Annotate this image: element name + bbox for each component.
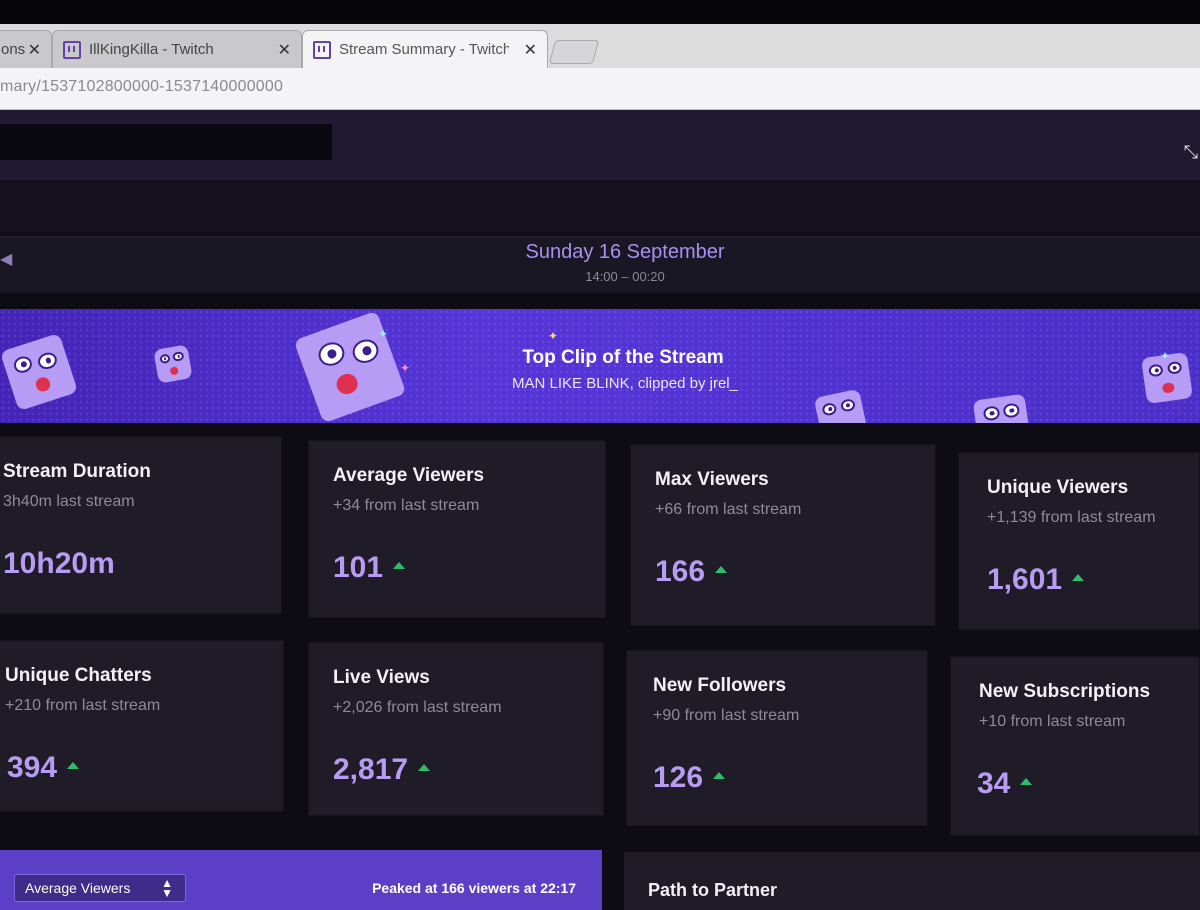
stat-value: 10h20m [3, 547, 115, 580]
close-icon[interactable]: ✕ [524, 40, 537, 60]
metric-select-value: Average Viewers [25, 880, 131, 896]
peak-viewers-text: Peaked at 166 viewers at 22:17 [372, 880, 576, 896]
trend-up-icon [713, 771, 726, 779]
top-clip-subtitle[interactable]: MAN LIKE BLINK, clipped by jrel_ [420, 375, 830, 392]
stat-value: 34 [977, 767, 1033, 801]
viewer-chart-panel: Average Viewers ▲ ▼ Peaked at 166 viewers… [0, 850, 602, 910]
new-tab-button[interactable] [548, 40, 600, 64]
stat-label: Live Views [333, 667, 430, 688]
trend-up-icon [418, 763, 431, 771]
site-top-nav: ⤡ [0, 110, 1200, 180]
stat-delta: +34 from last stream [333, 497, 480, 514]
browser-tab-2[interactable]: IllKingKilla - Twitch ✕ [52, 30, 302, 68]
stat-card-new-subscriptions: New Subscriptions +10 from last stream 3… [950, 656, 1200, 836]
stat-card-max-viewers: Max Viewers +66 from last stream 166 [630, 444, 936, 626]
trend-up-icon [1020, 777, 1033, 785]
address-bar[interactable]: mary/1537102800000-1537140000000 [0, 68, 1200, 110]
stat-card-average-viewers: Average Viewers +34 from last stream 101 [308, 440, 606, 618]
browser-tab-strip: ons ✕ IllKingKilla - Twitch ✕ Stream Sum… [0, 24, 1200, 68]
stat-card-stream-duration: Stream Duration 3h40m last stream 10h20m [0, 436, 282, 614]
url-text[interactable]: mary/1537102800000-1537140000000 [0, 78, 283, 96]
close-icon[interactable]: ✕ [278, 40, 291, 60]
browser-tab-1[interactable]: ons ✕ [0, 30, 52, 68]
stat-delta: +90 from last stream [653, 707, 800, 724]
glitch-mascot-icon [153, 344, 193, 384]
stat-label: Max Viewers [655, 469, 769, 490]
sparkle-icon: ✦ [548, 329, 559, 343]
site-sub-nav [0, 180, 1200, 232]
redacted-area [0, 124, 332, 160]
trend-up-icon [1072, 573, 1085, 581]
metric-select[interactable]: Average Viewers ▲ ▼ [14, 874, 186, 902]
stat-card-unique-viewers: Unique Viewers +1,139 from last stream 1… [958, 452, 1200, 630]
path-to-partner-title: Path to Partner [648, 880, 778, 900]
stat-value: 2,817 [333, 753, 431, 787]
sparkle-icon: ✦ [1160, 349, 1171, 363]
stat-card-new-followers: New Followers +90 from last stream 126 [626, 650, 928, 826]
top-clip-heading: Top Clip of the Stream [522, 347, 724, 368]
date-navigator: ◀ Sunday 16 September 14:00 – 00:20 [0, 236, 1200, 294]
trend-up-icon [715, 565, 728, 573]
stat-label: Average Viewers [333, 465, 485, 486]
stat-delta: 3h40m last stream [3, 493, 135, 510]
close-icon[interactable]: ✕ [28, 40, 41, 60]
path-to-partner-panel: Path to Partner [624, 852, 1200, 910]
stat-value: 101 [333, 551, 406, 585]
stat-value: 166 [655, 555, 728, 589]
twitch-icon [63, 40, 81, 59]
stat-label: New Followers [653, 675, 787, 696]
expand-icon[interactable]: ⤡ [1184, 142, 1198, 163]
stat-label: Stream Duration [3, 461, 151, 482]
stat-label: Unique Viewers [987, 477, 1129, 498]
stat-delta: +2,026 from last stream [333, 699, 502, 716]
stat-delta: +1,139 from last stream [987, 509, 1156, 526]
stat-delta: +10 from last stream [979, 713, 1126, 730]
select-arrows-icon: ▲ ▼ [161, 876, 173, 900]
stat-delta: +66 from last stream [655, 501, 802, 518]
sparkle-icon: ✦ [400, 361, 411, 375]
trend-up-icon [393, 561, 406, 569]
stat-card-unique-chatters: Unique Chatters +210 from last stream 39… [0, 640, 284, 812]
tab-title: ons [1, 41, 26, 58]
stat-value: 394 [7, 751, 80, 785]
sparkle-icon: ✦ [378, 327, 389, 341]
top-clip-banner[interactable]: ✦ ✦ ✦ ✦ Top Clip of the Stream MAN LIKE … [0, 309, 1200, 423]
stat-delta: +210 from last stream [5, 697, 161, 714]
stat-card-live-views: Live Views +2,026 from last stream 2,817 [308, 642, 604, 816]
stat-label: Unique Chatters [5, 665, 152, 686]
stat-value: 126 [653, 761, 726, 795]
tab-title: Stream Summary - Twitch [339, 41, 509, 58]
tab-title: IllKingKilla - Twitch [89, 41, 214, 58]
browser-tab-3[interactable]: Stream Summary - Twitch ✕ [302, 30, 548, 68]
stream-date: Sunday 16 September [525, 241, 725, 263]
stream-time-range: 14:00 – 00:20 [585, 269, 665, 284]
stat-value: 1,601 [987, 563, 1085, 597]
stat-label: New Subscriptions [979, 681, 1151, 702]
twitch-icon [313, 40, 331, 59]
trend-up-icon [67, 761, 80, 769]
